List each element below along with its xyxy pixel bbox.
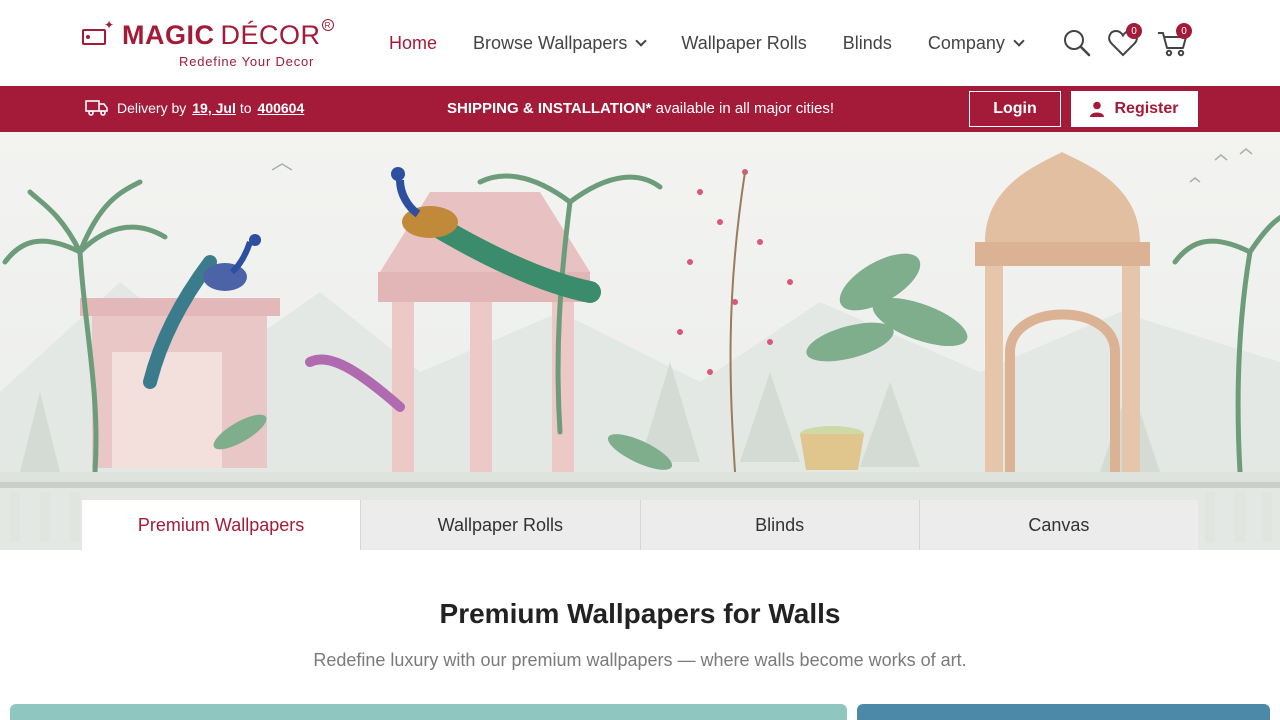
hero-banner-image[interactable] (0, 132, 1280, 550)
delivery-prefix: Delivery by (117, 100, 187, 116)
register-label: Register (1114, 100, 1179, 117)
chevron-down-icon (635, 35, 648, 47)
search-icon[interactable] (1060, 26, 1094, 60)
product-card-image[interactable] (857, 704, 1270, 720)
section-subtitle: Redefine luxury with our premium wallpap… (313, 650, 967, 670)
login-button[interactable]: Login (969, 91, 1061, 127)
category-tabs: Premium Wallpapers Wallpaper Rolls Blind… (82, 500, 1198, 550)
wishlist-count-badge: 0 (1126, 23, 1142, 39)
product-card-image[interactable] (10, 704, 847, 720)
delivery-to: to (239, 100, 252, 116)
nav-home-label: Home (389, 32, 438, 53)
logo[interactable]: ✦ MAGIC DÉCOR R Redefine Your Decor (82, 18, 334, 70)
promo-bar: Delivery by 19, Jul to 400604 SHIPPING &… (0, 86, 1280, 132)
logo-brand-bold: MAGIC (122, 19, 215, 50)
site-header: ✦ MAGIC DÉCOR R Redefine Your Decor Home… (0, 0, 1280, 86)
tab-blinds[interactable]: Blinds (639, 500, 919, 550)
pincode-link[interactable]: 400604 (258, 100, 305, 116)
nav-browse-wallpapers-label: Browse Wallpapers (473, 32, 628, 53)
chevron-down-icon (1013, 35, 1025, 47)
shipping-rest: available in all major cities! (651, 100, 835, 117)
nav-wallpaper-rolls[interactable]: Wallpaper Rolls (681, 33, 806, 54)
tab-premium-wallpapers[interactable]: Premium Wallpapers (82, 500, 361, 550)
nav-blinds[interactable]: Blinds (843, 33, 892, 54)
heart-icon[interactable]: 0 (1106, 23, 1142, 60)
cart-count-badge: 0 (1176, 23, 1192, 39)
nav-home[interactable]: Home (389, 33, 437, 54)
section-title: Premium Wallpapers for Walls (439, 598, 841, 629)
cart-icon[interactable]: 0 (1156, 23, 1192, 60)
hero-illustration (0, 148, 1280, 550)
user-icon (1090, 101, 1105, 117)
logo-brand-light: DÉCOR (220, 19, 321, 50)
logo-mark-icon: ✦ (82, 19, 116, 47)
nav-company[interactable]: Company (927, 32, 1025, 54)
main-nav: Home Browse Wallpapers Wallpaper Rolls B… (389, 30, 1059, 56)
shipping-notice: SHIPPING & INSTALLATION* available in al… (447, 100, 834, 117)
tab-wallpaper-rolls[interactable]: Wallpaper Rolls (360, 500, 640, 550)
nav-browse-wallpapers[interactable]: Browse Wallpapers (473, 32, 648, 54)
nav-company-label: Company (927, 32, 1005, 53)
tab-canvas[interactable]: Canvas (918, 500, 1198, 550)
register-button[interactable]: Register (1071, 91, 1198, 127)
delivery-info: Delivery by 19, Jul to 400604 (85, 99, 308, 117)
registered-mark-icon: R (321, 19, 334, 31)
shipping-bold: SHIPPING & INSTALLATION* (447, 100, 652, 117)
nav-blinds-label: Blinds (842, 32, 892, 53)
nav-wallpaper-rolls-label: Wallpaper Rolls (681, 32, 807, 53)
logo-tagline: Redefine Your Decor (179, 54, 315, 69)
delivery-date[interactable]: 19, Jul (192, 100, 236, 116)
truck-icon (85, 100, 108, 116)
